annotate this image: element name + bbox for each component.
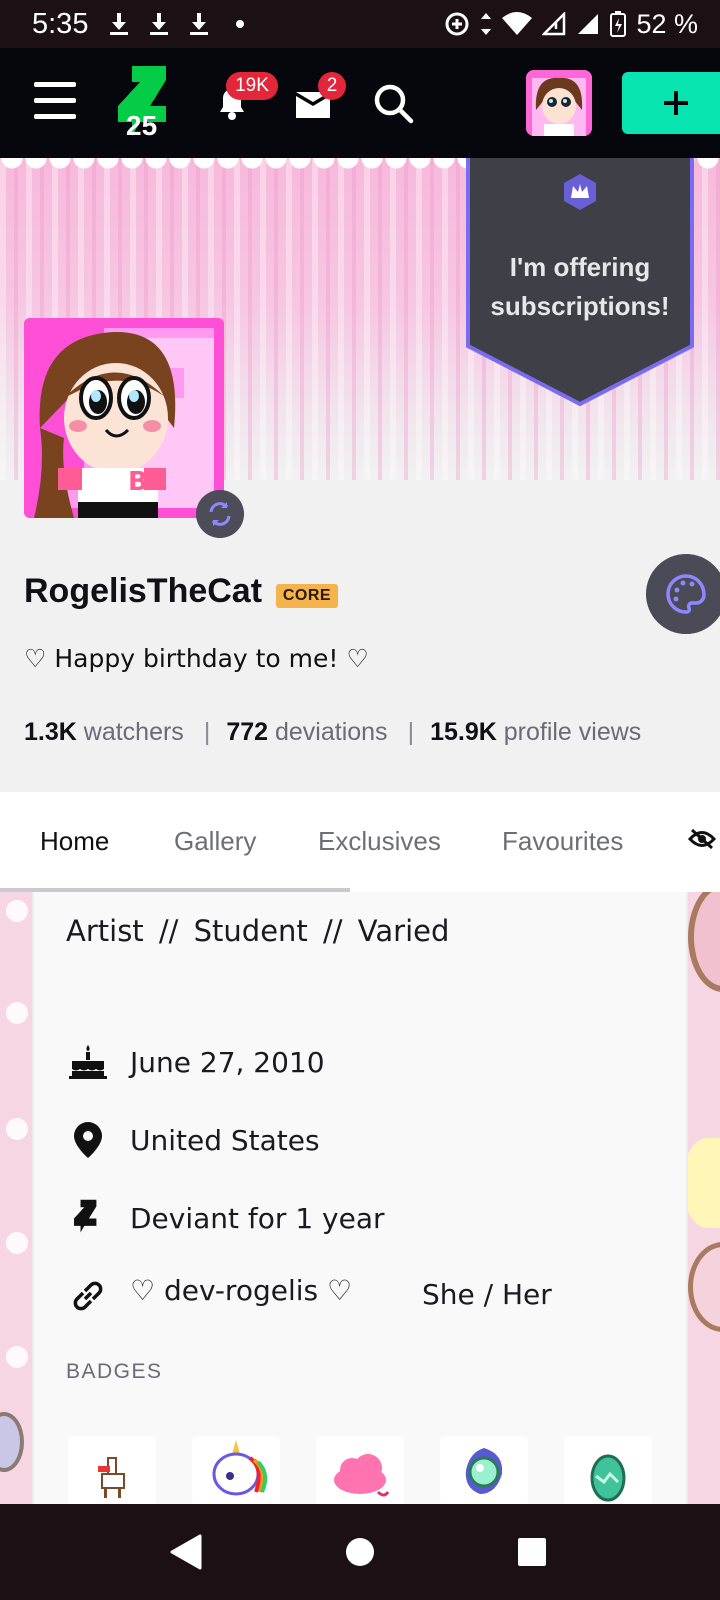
membership-row: Deviant for 1 year [68, 1198, 385, 1238]
deviations-count[interactable]: 772 [226, 718, 268, 746]
about-headline: Artist // Student // Varied [66, 914, 450, 948]
notification-count-badge: 19K [226, 72, 278, 100]
location-pin-icon [74, 1122, 102, 1158]
download-icon [190, 13, 209, 35]
watchers-label[interactable]: watchers [84, 718, 184, 746]
download-icon [150, 13, 169, 35]
subscription-banner-text[interactable]: I'm offering subscriptions! [476, 248, 684, 326]
menu-button[interactable] [34, 82, 76, 120]
battery-charging-icon [610, 11, 627, 37]
system-navigation-bar [0, 1504, 720, 1600]
clock: 5:35 [32, 7, 89, 40]
cake-icon [69, 1045, 107, 1079]
egg-badge-icon[interactable] [564, 1436, 652, 1506]
data-saver-icon [445, 12, 469, 36]
recents-icon[interactable] [516, 1536, 548, 1568]
badges-heading: BADGES [66, 1360, 163, 1383]
data-arrows-icon [481, 13, 492, 35]
birthday-text: June 27, 2010 [130, 1045, 325, 1079]
message-count-badge: 2 [318, 72, 346, 100]
stat-separator: | [407, 718, 415, 746]
unicorn-badge-icon[interactable] [192, 1436, 280, 1506]
membership-text: Deviant for 1 year [130, 1201, 385, 1235]
palette-icon[interactable] [646, 554, 720, 634]
user-avatar[interactable] [526, 70, 592, 136]
download-icon [110, 13, 129, 35]
signal-icon [578, 14, 599, 34]
signal-icon [542, 12, 566, 36]
profile-views-label: profile views [503, 718, 642, 746]
website-link[interactable]: ♡ dev-rogelis ♡ [130, 1274, 352, 1307]
search-icon[interactable] [372, 82, 414, 124]
logo-anniversary-number: 25 [126, 110, 158, 141]
tab-home[interactable]: Home [40, 826, 109, 857]
cloud-badge-icon[interactable] [316, 1436, 404, 1506]
tab-gallery[interactable]: Gallery [174, 826, 256, 857]
birthday-row: June 27, 2010 [68, 1042, 325, 1082]
profile-tagline: ♡ Happy birthday to me! ♡ [24, 644, 369, 673]
profile-avatar[interactable]: B [24, 318, 224, 518]
stat-separator: | [203, 718, 211, 746]
profile-tabs: Home Gallery Exclusives Favourites [0, 792, 720, 892]
link-icon [73, 1281, 103, 1311]
deviations-label[interactable]: deviations [275, 718, 388, 746]
pronouns: She / Her [422, 1278, 552, 1311]
llama-badge-icon[interactable] [68, 1436, 156, 1506]
app-header: 25 [0, 48, 720, 158]
tab-exclusives[interactable]: Exclusives [318, 826, 441, 857]
status-bar: 5:35 52 % [0, 0, 720, 48]
profile-stats: 1.3K watchers | 772 deviations | 15.9K profi… [24, 718, 641, 747]
profile-views-count: 15.9K [430, 718, 497, 746]
location-row: United States [68, 1120, 320, 1160]
username: RogelisTheCat [24, 572, 263, 610]
home-icon[interactable] [344, 1536, 376, 1568]
gem-badge-icon[interactable] [440, 1436, 528, 1506]
notification-dot-icon [236, 20, 245, 28]
tab-favourites[interactable]: Favourites [502, 826, 623, 857]
location-text: United States [130, 1123, 320, 1157]
eye-off-icon[interactable] [688, 828, 716, 850]
refresh-icon[interactable] [196, 490, 244, 538]
link-row[interactable]: ♡ dev-rogelis ♡ [68, 1274, 352, 1316]
svg-text:B: B [128, 467, 148, 497]
battery-percent: 52 % [636, 8, 698, 39]
core-membership-badge[interactable]: CORE [276, 584, 338, 608]
back-icon[interactable] [168, 1534, 202, 1570]
watchers-count[interactable]: 1.3K [24, 718, 77, 746]
create-button[interactable] [622, 72, 720, 134]
deviantart-logo-icon [74, 1199, 97, 1233]
wifi-icon [502, 12, 533, 35]
